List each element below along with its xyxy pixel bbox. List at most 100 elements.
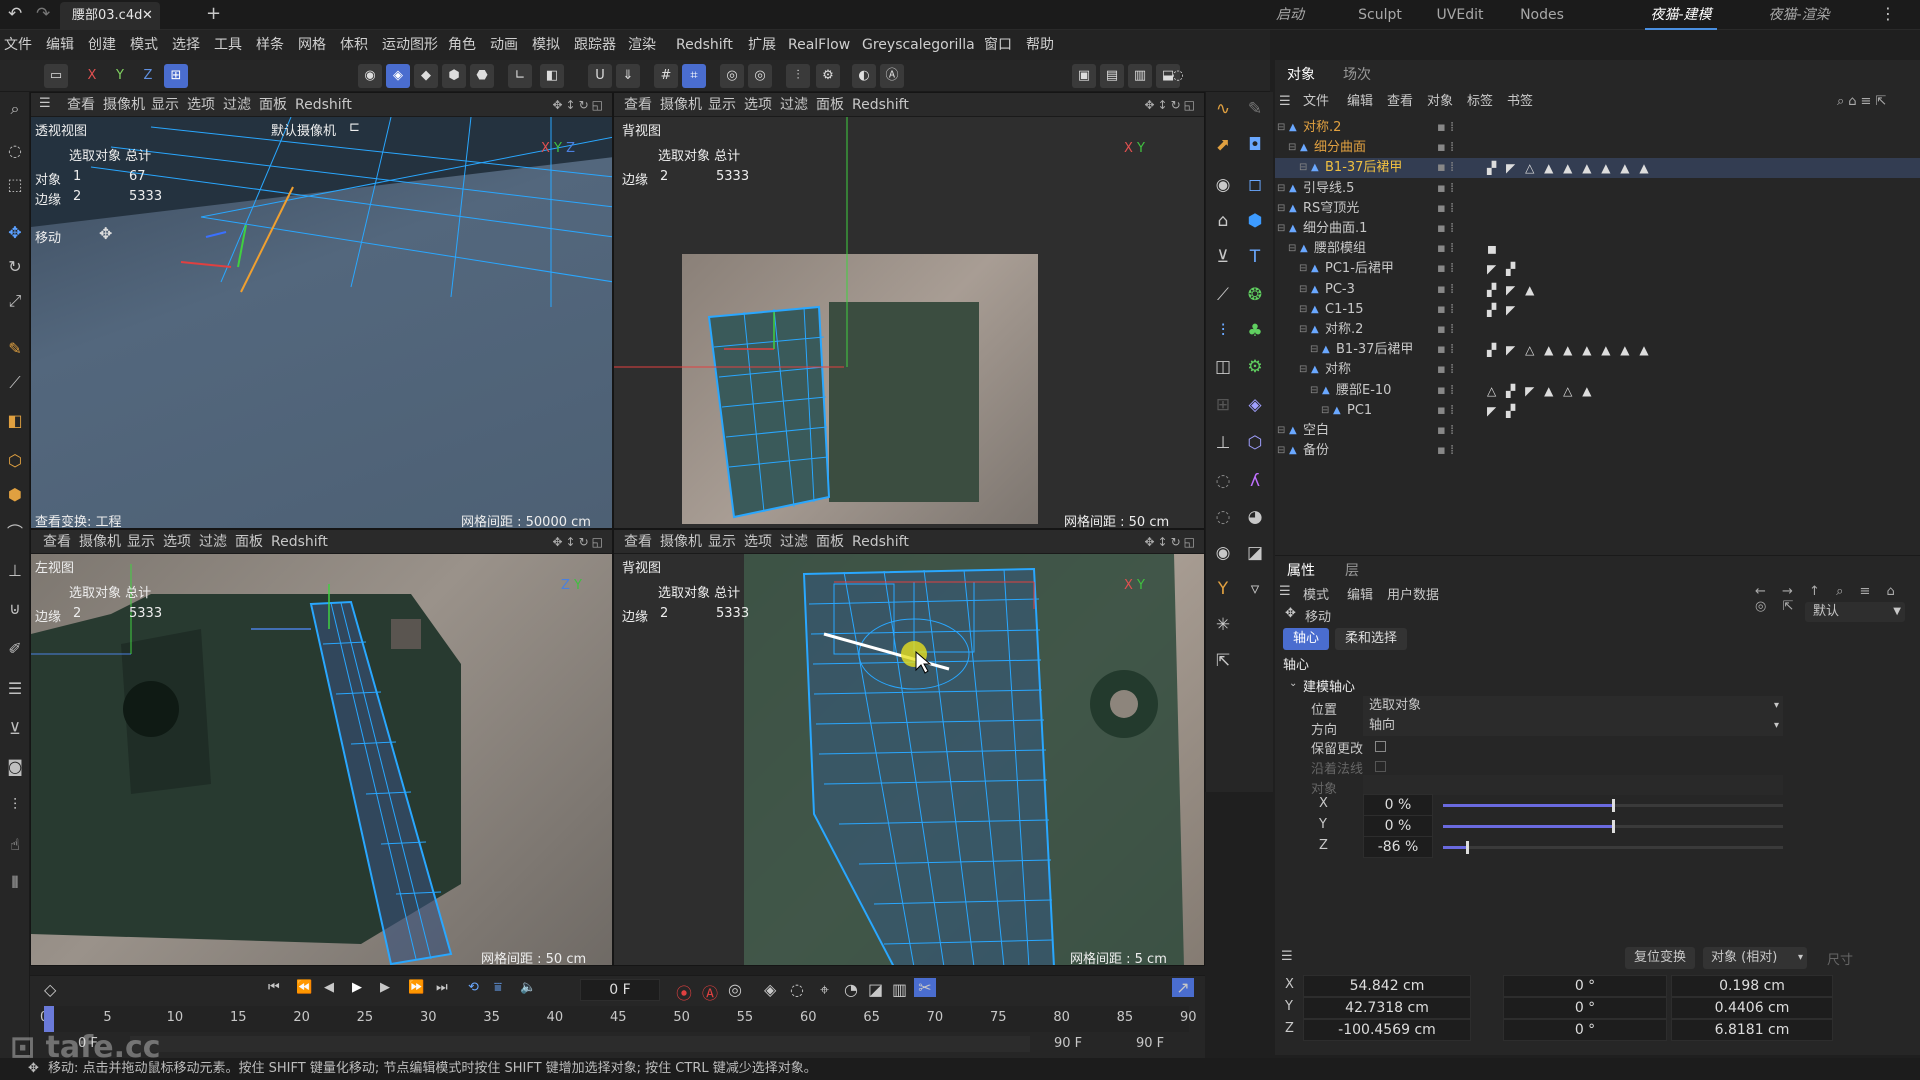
viewport-menu-item[interactable]: 显示 — [708, 530, 736, 554]
menu-item[interactable]: 渲染 — [628, 30, 656, 60]
menu-item[interactable]: 跟踪器 — [574, 30, 616, 60]
axis-x-button[interactable]: X — [80, 64, 104, 88]
viewport-menu-item[interactable]: 面板 — [816, 93, 844, 117]
grid-snap-icon[interactable]: # — [654, 64, 678, 88]
knife-icon[interactable]: ⟋ — [4, 372, 26, 394]
slider-handle[interactable] — [1612, 820, 1615, 833]
object-mode-icon[interactable]: ◉ — [358, 64, 382, 88]
camera-link-icon[interactable]: ⊏ — [349, 120, 360, 135]
objects-menu-item[interactable]: 标签 — [1467, 90, 1493, 114]
expand-toggle-icon[interactable]: ⊟ — [1321, 401, 1329, 421]
viewport-menu-item[interactable]: 摄像机 — [79, 530, 121, 554]
visibility-dots-icon[interactable]: ▪ ⁞ — [1437, 320, 1454, 340]
volume-icon[interactable]: ⬡ — [1242, 430, 1268, 456]
menu-item[interactable]: 运动图形 — [382, 30, 438, 60]
spline-arrow-icon[interactable]: ⬈ — [1210, 132, 1236, 158]
object-tags[interactable]: ▞ ◤ △ ▲ ▲ ▲ ▲ ▲ ▲ — [1487, 158, 1652, 178]
object-row[interactable]: ⊟ ▲ B1-37后裙甲 ▪ ⁞ ▞ ◤ △ ▲ ▲ ▲ ▲ ▲ ▲ — [1275, 340, 1920, 360]
viewport-menu-item[interactable]: 显示 — [708, 93, 736, 117]
visibility-dots-icon[interactable]: ▪ ⁞ — [1437, 300, 1454, 320]
play-icon[interactable]: ▶ — [352, 980, 362, 995]
render-region-icon[interactable]: ◐ — [852, 64, 876, 88]
viewport-menu-item[interactable]: Redshift — [271, 530, 328, 554]
cube-icon[interactable]: ◧ — [4, 410, 26, 432]
viewport-back-bottom[interactable]: ✥↕↻◱ 查看 摄像机 显示 选项 过滤 面板 Redshift 背视图 X Y… — [613, 529, 1205, 966]
viewport-canvas[interactable]: 背视图 X Y 选取对象 总计 边缘 2 5333 网格间距 : 50 cm — [614, 117, 1204, 528]
viewport-nav-icons[interactable]: ✥↕↻◱ — [552, 530, 606, 554]
hand-icon[interactable]: ☝ — [4, 834, 26, 856]
visibility-dots-icon[interactable]: ▪ ⁞ — [1437, 199, 1454, 219]
expand-toggle-icon[interactable]: ⊟ — [1277, 179, 1285, 199]
viewport-menu-item[interactable]: Redshift — [295, 93, 352, 117]
undo-icon[interactable]: ↶ — [8, 4, 22, 24]
objects-menu-item[interactable]: 编辑 — [1347, 90, 1373, 114]
viewport-nav-icons[interactable]: ✥↕↻◱ — [1144, 530, 1198, 554]
keyframe-diamond-icon[interactable]: ◇ — [44, 980, 56, 999]
sound-icon[interactable]: 🔈 — [520, 980, 536, 995]
viewport-canvas[interactable]: 透视视图 默认摄像机 ⊏ X Y Z 选取对象 总计 对象 1 67 边缘 2 … — [31, 117, 612, 528]
bevel-icon[interactable]: ⬢ — [4, 484, 26, 506]
slide-icon[interactable]: ◫ — [1210, 354, 1236, 380]
slider-track[interactable] — [1443, 799, 1783, 812]
texture-mode-icon[interactable]: ◧ — [540, 64, 564, 88]
weld-icon[interactable]: ⊥ — [4, 560, 26, 582]
menu-item[interactable]: 选择 — [172, 30, 200, 60]
bridge-icon[interactable]: ⌒ — [4, 522, 26, 544]
chevron-down-icon[interactable]: ⌄ — [1289, 678, 1297, 689]
visibility-dots-icon[interactable]: ▪ ⁞ — [1437, 179, 1454, 199]
expand-toggle-icon[interactable]: ⊟ — [1288, 138, 1296, 158]
scale-tool-icon[interactable]: ⤢ — [4, 290, 26, 312]
tab-soft-selection[interactable]: 柔和选择 — [1335, 628, 1407, 650]
tab-layers[interactable]: 层 — [1345, 556, 1359, 586]
viewport-menu-item[interactable]: 选项 — [744, 530, 772, 554]
viewport-solo-icon[interactable]: ◘ — [1242, 132, 1268, 158]
workspace-tab[interactable]: UVEdit — [1430, 0, 1490, 30]
keep-changes-checkbox[interactable] — [1375, 741, 1386, 752]
object-row[interactable]: ⊟ ▲ 对称.2 ▪ ⁞ — [1275, 320, 1920, 340]
visibility-dots-icon[interactable]: ▪ ⁞ — [1437, 219, 1454, 239]
axis-z-button[interactable]: Z — [136, 64, 160, 88]
expand-toggle-icon[interactable]: ⊟ — [1310, 340, 1318, 360]
expand-toggle-icon[interactable]: ⊟ — [1288, 239, 1296, 259]
attr-menu-edit[interactable]: 编辑 — [1347, 584, 1373, 603]
object-row[interactable]: ⊟ ▲ 腰部模组 ▪ ⁞ ◼ — [1275, 239, 1920, 259]
expand-toggle-icon[interactable]: ⊟ — [1299, 280, 1307, 300]
next-frame-icon[interactable]: ▶ — [380, 980, 390, 995]
snap-icon[interactable]: ⇓ — [616, 64, 640, 88]
render-picture-viewer-icon[interactable]: ▤ — [1100, 64, 1124, 88]
workspace-tab[interactable]: 夜猫-渲染 — [1760, 0, 1838, 30]
object-row[interactable]: ⊟ ▲ 腰部E-10 ▪ ⁞ △ ▞ ◤ ▲ △ ▲ — [1275, 381, 1920, 401]
menu-item[interactable]: 样条 — [256, 30, 284, 60]
object-row[interactable]: ⊟ ▲ 对称.2 ▪ ⁞ — [1275, 118, 1920, 138]
field-icon[interactable]: ◈ — [1242, 392, 1268, 418]
paint-icon[interactable]: ✐ — [4, 638, 26, 660]
coord-pos-field[interactable]: 54.842 cm — [1303, 975, 1471, 997]
along-normal-checkbox[interactable] — [1375, 761, 1386, 772]
hamburger-icon[interactable]: ☰ — [39, 96, 51, 111]
hair-icon[interactable]: ʎ — [1242, 468, 1268, 494]
objects-toolbar-icons[interactable]: ⌕⌂≡⇱ — [1837, 94, 1890, 109]
preview-end-field[interactable]: 90 F — [1054, 1036, 1082, 1051]
attr-menu-userdata[interactable]: 用户数据 — [1387, 584, 1439, 603]
viewport-menu-item[interactable]: Redshift — [852, 530, 909, 554]
viewport-menu-item[interactable]: 过滤 — [199, 530, 227, 554]
object-tags[interactable]: ▞ ◤ ▲ — [1487, 280, 1537, 300]
range-end-field[interactable]: 90 F — [1136, 1036, 1164, 1051]
go-to-start-icon[interactable]: ⏮ — [268, 980, 280, 995]
size-mode-label[interactable]: 尺寸 — [1827, 949, 1853, 968]
viewport-menu-item[interactable]: 查看 — [67, 93, 95, 117]
menu-item[interactable]: RealFlow — [788, 30, 850, 60]
object-row[interactable]: ⊟ ▲ PC-3 ▪ ⁞ ▞ ◤ ▲ — [1275, 280, 1920, 300]
hide-icon[interactable]: ◌ — [1210, 504, 1236, 530]
viewport-menu-item[interactable]: 查看 — [624, 530, 652, 554]
redo-icon[interactable]: ↷ — [36, 4, 50, 24]
hamburger-icon[interactable]: ☰ — [1279, 94, 1291, 109]
render-view-icon[interactable]: ▣ — [1072, 64, 1096, 88]
object-row[interactable]: ⊟ ▲ 细分曲面 ▪ ⁞ — [1275, 138, 1920, 158]
object-row[interactable]: ⊟ ▲ 细分曲面.1 ▪ ⁞ — [1275, 219, 1920, 239]
viewport-menu-item[interactable]: 摄像机 — [660, 93, 702, 117]
tab-takes[interactable]: 场次 — [1343, 60, 1371, 90]
slider-handle[interactable] — [1465, 841, 1469, 854]
solo-icon[interactable]: ◎ — [720, 64, 744, 88]
magnet-icon[interactable]: U — [588, 64, 612, 88]
